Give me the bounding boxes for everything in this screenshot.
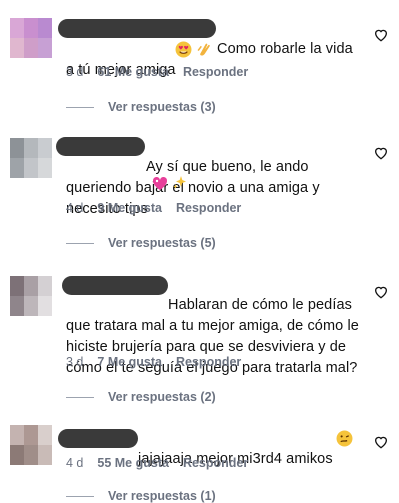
- reply-button[interactable]: Responder: [183, 456, 248, 470]
- comment-meta: 3 d 61 Me gusta Responder: [66, 65, 248, 79]
- heart-eyes-emoji: [175, 41, 192, 63]
- divider-line: [66, 242, 94, 244]
- comment-meta: 3 d 7 Me gusta Responder: [66, 355, 241, 369]
- comment-meta: 4 d 9 Me gusta Responder: [66, 201, 241, 215]
- comment-time: 4 d: [66, 456, 84, 470]
- avatar[interactable]: [10, 276, 52, 316]
- avatar[interactable]: [10, 18, 52, 58]
- avatar[interactable]: [10, 425, 52, 465]
- like-count[interactable]: 61 Me gusta: [97, 65, 169, 79]
- comment-time: 4 d: [66, 201, 84, 215]
- sparkling-heart-emoji: [152, 176, 168, 196]
- comment-time: 3 d: [66, 65, 84, 79]
- heart-outline-icon[interactable]: [373, 434, 389, 450]
- view-replies-button[interactable]: Ver respuestas (5): [66, 236, 216, 250]
- like-count[interactable]: 9 Me gusta: [97, 201, 162, 215]
- view-replies-button[interactable]: Ver respuestas (2): [66, 390, 216, 404]
- reply-button[interactable]: Responder: [176, 201, 241, 215]
- view-replies-label: Ver respuestas (3): [108, 100, 216, 114]
- like-count[interactable]: 7 Me gusta: [97, 355, 162, 369]
- heart-outline-icon[interactable]: [373, 145, 389, 161]
- comment-meta: 4 d 55 Me gusta Responder: [66, 456, 248, 470]
- divider-line: [66, 106, 94, 108]
- heart-outline-icon[interactable]: [373, 284, 389, 300]
- view-replies-button[interactable]: Ver respuestas (3): [66, 100, 216, 114]
- view-replies-button[interactable]: Ver respuestas (1): [66, 489, 216, 503]
- comment-time: 3 d: [66, 355, 84, 369]
- reply-button[interactable]: Responder: [183, 65, 248, 79]
- view-replies-label: Ver respuestas (5): [108, 236, 216, 250]
- view-replies-label: Ver respuestas (2): [108, 390, 216, 404]
- divider-line: [66, 396, 94, 398]
- avatar[interactable]: [10, 138, 52, 178]
- view-replies-label: Ver respuestas (1): [108, 489, 216, 503]
- reply-button[interactable]: Responder: [176, 355, 241, 369]
- clapping-hands-emoji: [196, 41, 213, 63]
- like-count[interactable]: 55 Me gusta: [97, 456, 169, 470]
- woozy-face-emoji: [336, 430, 353, 452]
- heart-outline-icon[interactable]: [373, 27, 389, 43]
- sparkles-emoji: [172, 175, 188, 196]
